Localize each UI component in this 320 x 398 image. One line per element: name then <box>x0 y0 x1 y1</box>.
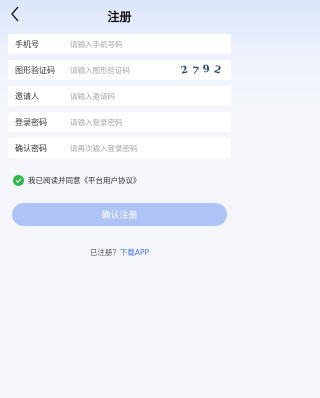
inviter-input[interactable] <box>70 88 180 104</box>
captcha-row: 图形验证码 2 7 9 2 <box>8 60 231 80</box>
register-form: 手机号 图形验证码 2 7 9 2 邀请人 登录密码 确认密码 <box>8 34 231 164</box>
phone-row: 手机号 <box>8 34 231 54</box>
footer: 已注册？下载APP <box>0 247 239 258</box>
download-app-link[interactable]: 下载APP <box>120 248 149 257</box>
page-title: 注册 <box>107 10 132 24</box>
agreement[interactable]: 我已阅读并同意《平台用户协议》 <box>13 175 141 186</box>
captcha-label: 图形验证码 <box>15 65 55 75</box>
confirm-password-label: 确认密码 <box>15 143 47 153</box>
inviter-row: 邀请人 <box>8 86 231 106</box>
confirm-register-button[interactable]: 确认注册 <box>12 203 227 226</box>
captcha-char: 2 <box>179 63 190 77</box>
captcha-char: 9 <box>201 63 211 75</box>
already-registered-text: 已注册？ <box>89 248 120 257</box>
checkbox-checked-icon[interactable] <box>13 175 24 186</box>
password-row: 登录密码 <box>8 112 231 132</box>
phone-input[interactable] <box>70 36 180 52</box>
agreement-text[interactable]: 我已阅读并同意《平台用户协议》 <box>28 175 141 186</box>
captcha-char: 2 <box>212 63 223 77</box>
captcha-input[interactable] <box>70 62 180 78</box>
confirm-password-row: 确认密码 <box>8 138 231 158</box>
phone-label: 手机号 <box>15 39 39 49</box>
captcha-image[interactable]: 2 7 9 2 <box>179 62 223 78</box>
captcha-char: 7 <box>190 64 201 78</box>
password-input[interactable] <box>70 114 180 130</box>
password-label: 登录密码 <box>15 117 47 127</box>
checkmark-icon <box>15 178 22 184</box>
confirm-password-input[interactable] <box>70 140 180 156</box>
header: 注册 <box>0 0 239 32</box>
inviter-label: 邀请人 <box>15 91 39 101</box>
